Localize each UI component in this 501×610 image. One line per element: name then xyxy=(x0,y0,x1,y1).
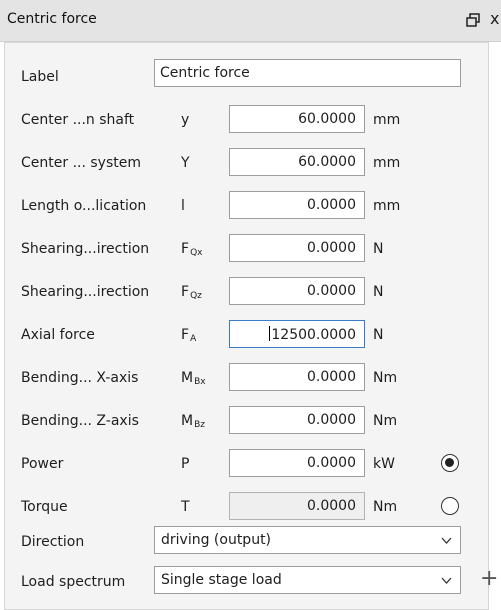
param-label: Length o...lication xyxy=(21,198,147,214)
param-label: Axial force xyxy=(21,327,95,343)
param-unit: Nm xyxy=(373,370,398,386)
param-symbol: l xyxy=(181,198,185,214)
param-value-input[interactable]: 0.0000 xyxy=(229,363,365,391)
param-row: Shearing...irection FQz 0.0000 N xyxy=(5,274,501,310)
direction-value: driving (output) xyxy=(161,532,272,548)
param-value-input[interactable]: 60.0000 xyxy=(229,105,365,133)
load-spectrum-label: Load spectrum xyxy=(21,574,126,590)
param-value-input[interactable]: 0.0000 xyxy=(229,406,365,434)
param-value-input[interactable]: 60.0000 xyxy=(229,148,365,176)
param-label: Power xyxy=(21,456,64,472)
param-unit: mm xyxy=(373,155,401,171)
param-value-input[interactable]: 0.0000 xyxy=(229,191,365,219)
param-symbol: P xyxy=(181,456,190,472)
param-row: Bending... X-axis MBx 0.0000 Nm xyxy=(5,360,501,396)
torque-row: Torque T 0.0000 Nm xyxy=(5,489,501,525)
param-row: Shearing...irection FQx 0.0000 N xyxy=(5,231,501,267)
load-spectrum-dropdown[interactable]: Single stage load xyxy=(154,566,461,594)
param-symbol: FQz xyxy=(181,284,202,301)
param-symbol: MBx xyxy=(181,370,206,387)
direction-label: Direction xyxy=(21,534,85,550)
param-value-input[interactable]: 0.0000 xyxy=(229,234,365,262)
direction-row: Direction driving (output) xyxy=(5,524,501,560)
properties-panel: Label Centric force Center ...n shaft y … xyxy=(4,42,498,610)
param-row: Axial force FA 12500.0000 N xyxy=(5,317,501,353)
param-unit: mm xyxy=(373,198,401,214)
param-unit: N xyxy=(373,284,384,300)
param-symbol: MBz xyxy=(181,413,205,430)
param-unit: Nm xyxy=(373,499,398,515)
power-row: Power P 0.0000 kW xyxy=(5,446,501,482)
param-label: Shearing...irection xyxy=(21,284,150,300)
panel-title: Centric force xyxy=(7,11,97,27)
load-spectrum-value: Single stage load xyxy=(161,572,282,588)
param-symbol: Y xyxy=(181,155,190,171)
restore-window-icon[interactable] xyxy=(466,13,480,27)
param-label: Torque xyxy=(21,499,68,515)
param-unit: kW xyxy=(373,456,395,472)
torque-radio[interactable] xyxy=(441,497,459,515)
axial-force-input[interactable]: 12500.0000 xyxy=(229,320,365,348)
param-value-input[interactable]: 0.0000 xyxy=(229,277,365,305)
param-row: Length o...lication l 0.0000 mm xyxy=(5,188,501,224)
title-bar: Centric force x xyxy=(0,0,501,42)
param-unit: mm xyxy=(373,112,401,128)
param-unit: N xyxy=(373,241,384,257)
power-input[interactable]: 0.0000 xyxy=(229,449,365,477)
add-load-spectrum-button[interactable]: + xyxy=(480,568,498,590)
param-label: Center ...n shaft xyxy=(21,112,135,128)
param-unit: N xyxy=(373,327,384,343)
param-label: Bending... Z-axis xyxy=(21,413,139,429)
param-label: Shearing...irection xyxy=(21,241,150,257)
param-row: Center ...n shaft y 60.0000 mm xyxy=(5,102,501,138)
torque-input: 0.0000 xyxy=(229,492,365,520)
param-row: Center ... system Y 60.0000 mm xyxy=(5,145,501,181)
param-symbol: y xyxy=(181,112,190,128)
label-caption: Label xyxy=(21,69,59,85)
chevron-down-icon xyxy=(441,537,452,544)
param-symbol: FQx xyxy=(181,241,203,258)
close-icon[interactable]: x xyxy=(490,9,499,28)
load-spectrum-row: Load spectrum Single stage load + xyxy=(5,564,501,600)
param-unit: Nm xyxy=(373,413,398,429)
param-symbol: FA xyxy=(181,327,197,344)
label-row: Label Centric force xyxy=(5,59,501,95)
power-radio[interactable] xyxy=(441,454,459,472)
param-label: Center ... system xyxy=(21,155,141,171)
chevron-down-icon xyxy=(441,577,452,584)
param-row: Bending... Z-axis MBz 0.0000 Nm xyxy=(5,403,501,439)
direction-dropdown[interactable]: driving (output) xyxy=(154,526,461,554)
label-input[interactable]: Centric force xyxy=(154,59,461,87)
param-symbol: T xyxy=(181,499,190,515)
param-label: Bending... X-axis xyxy=(21,370,139,386)
